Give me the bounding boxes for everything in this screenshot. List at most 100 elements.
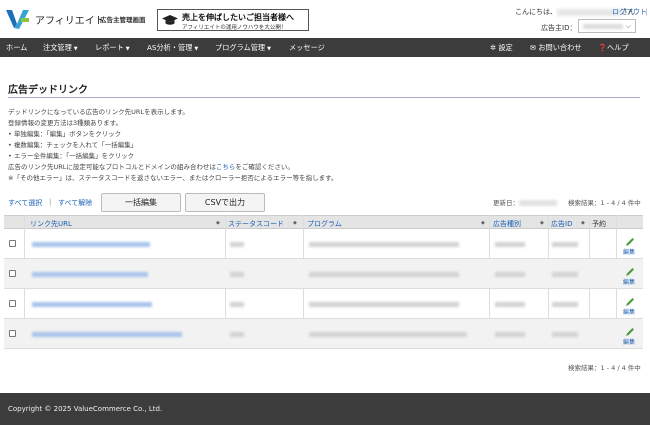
main-content: 広告デッドリンク デッドリンクになっている広告のリンク先URLを表示します。 登… bbox=[0, 57, 650, 393]
status-code-redacted bbox=[230, 242, 244, 247]
col-header-reservation: 予約 bbox=[592, 220, 606, 228]
updated-date: 更新日： bbox=[493, 197, 557, 207]
edit-label: 編集 bbox=[623, 309, 636, 316]
desc-line-6: 広告のリンク先URLに設定可能なプロトコルとドメインの組み合わせはこちらをご確認… bbox=[8, 161, 294, 171]
header: アフィリエイト 広告主管理画面 売上を伸ばしたいご担当者様へ アフィリエイトの運… bbox=[0, 0, 650, 38]
caret-down-icon: ▼ bbox=[125, 46, 130, 52]
ad-id-redacted bbox=[552, 332, 578, 337]
sort-icon[interactable]: ◆ bbox=[540, 220, 544, 226]
updated-date-redacted bbox=[519, 200, 557, 206]
status-code-redacted bbox=[230, 302, 244, 307]
nav-item-messages[interactable]: メッセージ bbox=[289, 43, 325, 53]
sort-icon[interactable]: ◆ bbox=[293, 220, 297, 226]
desc-line-3: • 単独編集：「編集」ボタンをクリック bbox=[8, 130, 122, 138]
copyright: Copyright © 2025 ValueCommerce Co., Ltd. bbox=[8, 405, 163, 413]
link-url-redacted[interactable] bbox=[32, 332, 182, 337]
nav-item-home[interactable]: ホーム bbox=[6, 43, 27, 53]
deselect-all-link[interactable]: すべて解除 bbox=[58, 198, 92, 208]
pencil-icon bbox=[626, 268, 634, 276]
program-redacted bbox=[309, 332, 467, 337]
table-row: 編集 bbox=[4, 259, 643, 289]
nav-item-reports[interactable]: レポート ▼ bbox=[95, 43, 130, 53]
link-url-redacted[interactable] bbox=[32, 272, 148, 277]
status-code-redacted bbox=[230, 332, 244, 337]
status-code-redacted bbox=[230, 272, 244, 277]
advertiser-id-redacted bbox=[583, 24, 623, 29]
col-header-link-url[interactable]: リンク先URL bbox=[30, 219, 72, 229]
bulk-edit-button[interactable]: 一括編集 bbox=[101, 193, 181, 212]
col-header-program[interactable]: プログラム bbox=[307, 219, 342, 229]
logo-subtitle: 広告主管理画面 bbox=[100, 16, 146, 24]
nav-item-orders[interactable]: 注文管理 ▼ bbox=[43, 43, 78, 53]
pencil-icon bbox=[626, 238, 634, 246]
caret-down-icon: ▼ bbox=[73, 46, 78, 52]
help-icon: ❓ bbox=[598, 43, 607, 52]
row-checkbox[interactable] bbox=[9, 330, 16, 337]
ad-type-redacted bbox=[495, 302, 525, 307]
desc-line-4: • 複数編集：チェックを入れて「一括編集」 bbox=[8, 141, 138, 149]
desc-line-6-text: 広告のリンク先URLに設定可能なプロトコルとドメインの組み合わせは bbox=[8, 163, 216, 171]
nav-settings[interactable]: ✲ 設定 bbox=[490, 43, 513, 53]
banner-subline: アフィリエイトの運用ノウハウを大公開！ bbox=[182, 25, 287, 31]
nav-item-programs[interactable]: プログラム管理 ▼ bbox=[215, 43, 271, 53]
desc-line-7: ※「その他エラー」は、ステータスコードを返さないエラー、またはクローラー拒否によ… bbox=[8, 174, 338, 182]
title-divider bbox=[8, 97, 640, 98]
result-count-top: 検索結果：1 - 4 / 4 件中 bbox=[568, 199, 641, 207]
footer: Copyright © 2025 ValueCommerce Co., Ltd. bbox=[0, 393, 650, 425]
col-header-ad-type[interactable]: 広告種別 bbox=[493, 219, 521, 229]
table-row: 編集 bbox=[4, 229, 643, 259]
protocol-domain-link[interactable]: こちら bbox=[216, 163, 236, 171]
link-url-redacted[interactable] bbox=[32, 242, 150, 247]
row-checkbox[interactable] bbox=[9, 270, 16, 277]
row-checkbox[interactable] bbox=[9, 240, 16, 247]
sort-icon[interactable]: ◆ bbox=[481, 220, 485, 226]
link-url-redacted[interactable] bbox=[32, 302, 152, 307]
mail-icon: ✉ bbox=[530, 43, 537, 52]
col-header-ad-id[interactable]: 広告ID bbox=[551, 219, 572, 229]
advertiser-id-select[interactable]: ⌵ bbox=[578, 19, 636, 33]
desc-line-1: デッドリンクになっている広告のリンク先URLを表示します。 bbox=[8, 108, 189, 116]
table-row: 編集 bbox=[4, 289, 643, 319]
program-redacted bbox=[309, 242, 459, 247]
select-separator: | bbox=[49, 198, 52, 206]
ad-id-redacted bbox=[552, 302, 578, 307]
advertiser-id-label: 広告主ID： bbox=[541, 24, 577, 32]
ad-type-redacted bbox=[495, 272, 525, 277]
pencil-icon bbox=[626, 328, 634, 336]
banner-headline: 売上を伸ばしたいご担当者様へ bbox=[182, 13, 294, 22]
greeting-prefix: こんにちは、 bbox=[515, 8, 557, 16]
main-nav: ホーム 注文管理 ▼ レポート ▼ AS分析・管理 ▼ プログラム管理 ▼ メッセージ … bbox=[0, 38, 650, 57]
chevron-down-icon: ⌵ bbox=[625, 22, 631, 30]
result-count-bottom: 検索結果：1 - 4 / 4 件中 bbox=[568, 364, 641, 372]
program-redacted bbox=[309, 272, 459, 277]
nav-item-as-analysis[interactable]: AS分析・管理 ▼ bbox=[147, 43, 198, 53]
ad-type-redacted bbox=[495, 332, 525, 337]
ad-id-redacted bbox=[552, 272, 578, 277]
logout-link[interactable]: ログアウト bbox=[612, 7, 647, 17]
ad-id-redacted bbox=[552, 242, 578, 247]
csv-export-button[interactable]: CSVで出力 bbox=[185, 193, 265, 212]
nav-contact[interactable]: ✉ お問い合わせ bbox=[530, 43, 581, 53]
gear-icon: ✲ bbox=[490, 43, 497, 52]
caret-down-icon: ▼ bbox=[194, 46, 199, 52]
sort-icon[interactable]: ◆ bbox=[216, 220, 220, 226]
edit-label: 編集 bbox=[623, 339, 636, 346]
program-redacted bbox=[309, 302, 459, 307]
logo-text: アフィリエイト bbox=[35, 16, 105, 27]
table-row: 編集 bbox=[4, 319, 643, 349]
pencil-icon bbox=[626, 298, 634, 306]
edit-label: 編集 bbox=[623, 279, 636, 286]
promo-banner[interactable]: 売上を伸ばしたいご担当者様へ アフィリエイトの運用ノウハウを大公開！ bbox=[157, 9, 309, 31]
valuecommerce-logo-icon[interactable] bbox=[5, 8, 31, 30]
select-all-link[interactable]: すべて選択 bbox=[8, 198, 42, 208]
sort-icon[interactable]: ◆ bbox=[581, 220, 585, 226]
col-header-status-code[interactable]: ステータスコード bbox=[228, 219, 284, 229]
nav-help[interactable]: ❓ヘルプ bbox=[598, 43, 629, 53]
graduation-cap-icon bbox=[162, 15, 178, 25]
edit-label: 編集 bbox=[623, 249, 636, 256]
updated-label: 更新日： bbox=[493, 199, 519, 207]
caret-down-icon: ▼ bbox=[267, 46, 271, 52]
row-checkbox[interactable] bbox=[9, 300, 16, 307]
desc-line-5: • エラー全件編集：「一括編集」をクリック bbox=[8, 152, 135, 160]
desc-line-2: 登録情報の変更方法は3種類あります。 bbox=[8, 119, 122, 127]
